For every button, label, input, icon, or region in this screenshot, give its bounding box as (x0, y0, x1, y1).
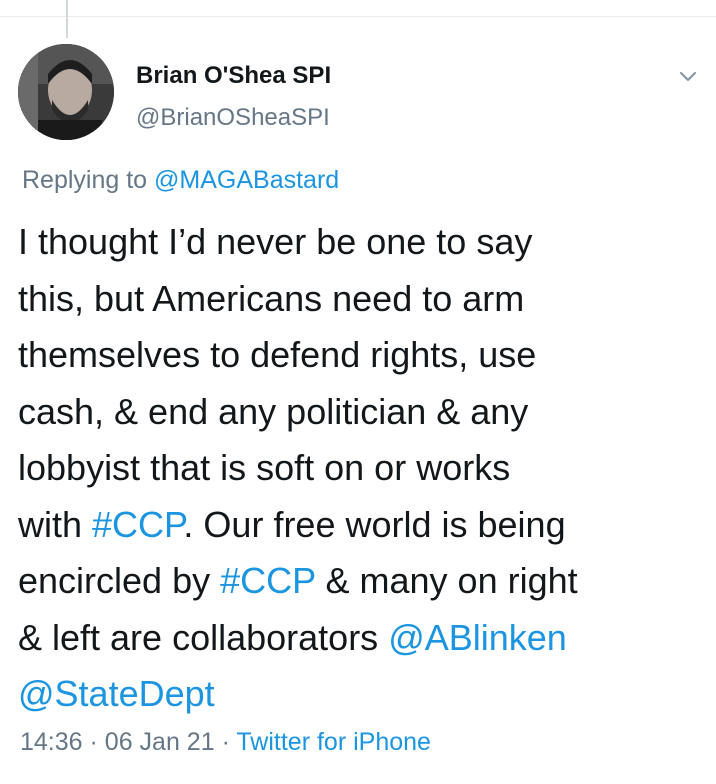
mention-statedept-link[interactable]: @StateDept (18, 673, 215, 714)
meta-separator: · (221, 728, 230, 756)
author-handle[interactable]: @BrianOSheaSPI (136, 104, 330, 132)
tweet-text-segment: cash, & end any politician & any (18, 390, 529, 432)
tweet-line-3: themselves to defend rights, use (18, 327, 708, 384)
tweet-text-segment: I thought I’d never be one to say (18, 221, 533, 262)
person-portrait-icon (18, 44, 114, 140)
avatar[interactable] (18, 44, 114, 140)
tweet-line-8: & left are collaborators @ABlinken (18, 610, 708, 667)
replying-to: Replying to @MAGABastard (22, 166, 339, 195)
chevron-down-icon (679, 71, 697, 82)
tweet-line-5: lobbyist that is soft on or works (18, 440, 708, 497)
tweet-text: I thought I’d never be one to say this, … (18, 214, 708, 723)
tweet-time[interactable]: 14:36 (20, 728, 83, 756)
tweet-text-segment: this, but Americans need to arm (18, 277, 525, 319)
tweet-text-segment: & left are collaborators (18, 616, 389, 658)
tweet-line-9: @StateDept (18, 666, 708, 723)
tweet-line-6: with #CCP. Our free world is being (18, 497, 708, 554)
tweet-line-1: I thought I’d never be one to say (18, 214, 708, 271)
tweet-line-4: cash, & end any politician & any (18, 384, 708, 441)
author-name[interactable]: Brian O'Shea SPI (136, 62, 331, 90)
tweet-menu-button[interactable] (674, 62, 702, 90)
tweet-text-segment: themselves to defend rights, use (18, 334, 537, 375)
tweet-date[interactable]: 06 Jan 21 (105, 728, 215, 756)
top-divider (0, 16, 716, 17)
tweet-text-segment: encircled by (18, 560, 221, 601)
meta-separator: · (89, 728, 98, 756)
hashtag-ccp-link[interactable]: #CCP (92, 504, 183, 545)
tweet-line-2: this, but Americans need to arm (18, 271, 708, 328)
tweet-line-7: encircled by #CCP & many on right (18, 553, 708, 610)
thread-connector-line (66, 0, 68, 38)
tweet-text-segment: with (18, 503, 93, 545)
mention-ablinken-link[interactable]: @ABlinken (388, 617, 567, 658)
tweet-source-link[interactable]: Twitter for iPhone (236, 728, 431, 756)
replying-to-mention[interactable]: @MAGABastard (154, 166, 339, 194)
tweet-text-segment: . Our free world is being (183, 503, 566, 545)
replying-to-label: Replying to (22, 166, 148, 194)
tweet-meta: 14:36 · 06 Jan 21 · Twitter for iPhone (20, 728, 431, 757)
tweet-text-segment: lobbyist that is soft on or works (18, 447, 511, 488)
tweet-text-segment: & many on right (315, 560, 578, 601)
hashtag-ccp-link[interactable]: #CCP (220, 560, 315, 601)
